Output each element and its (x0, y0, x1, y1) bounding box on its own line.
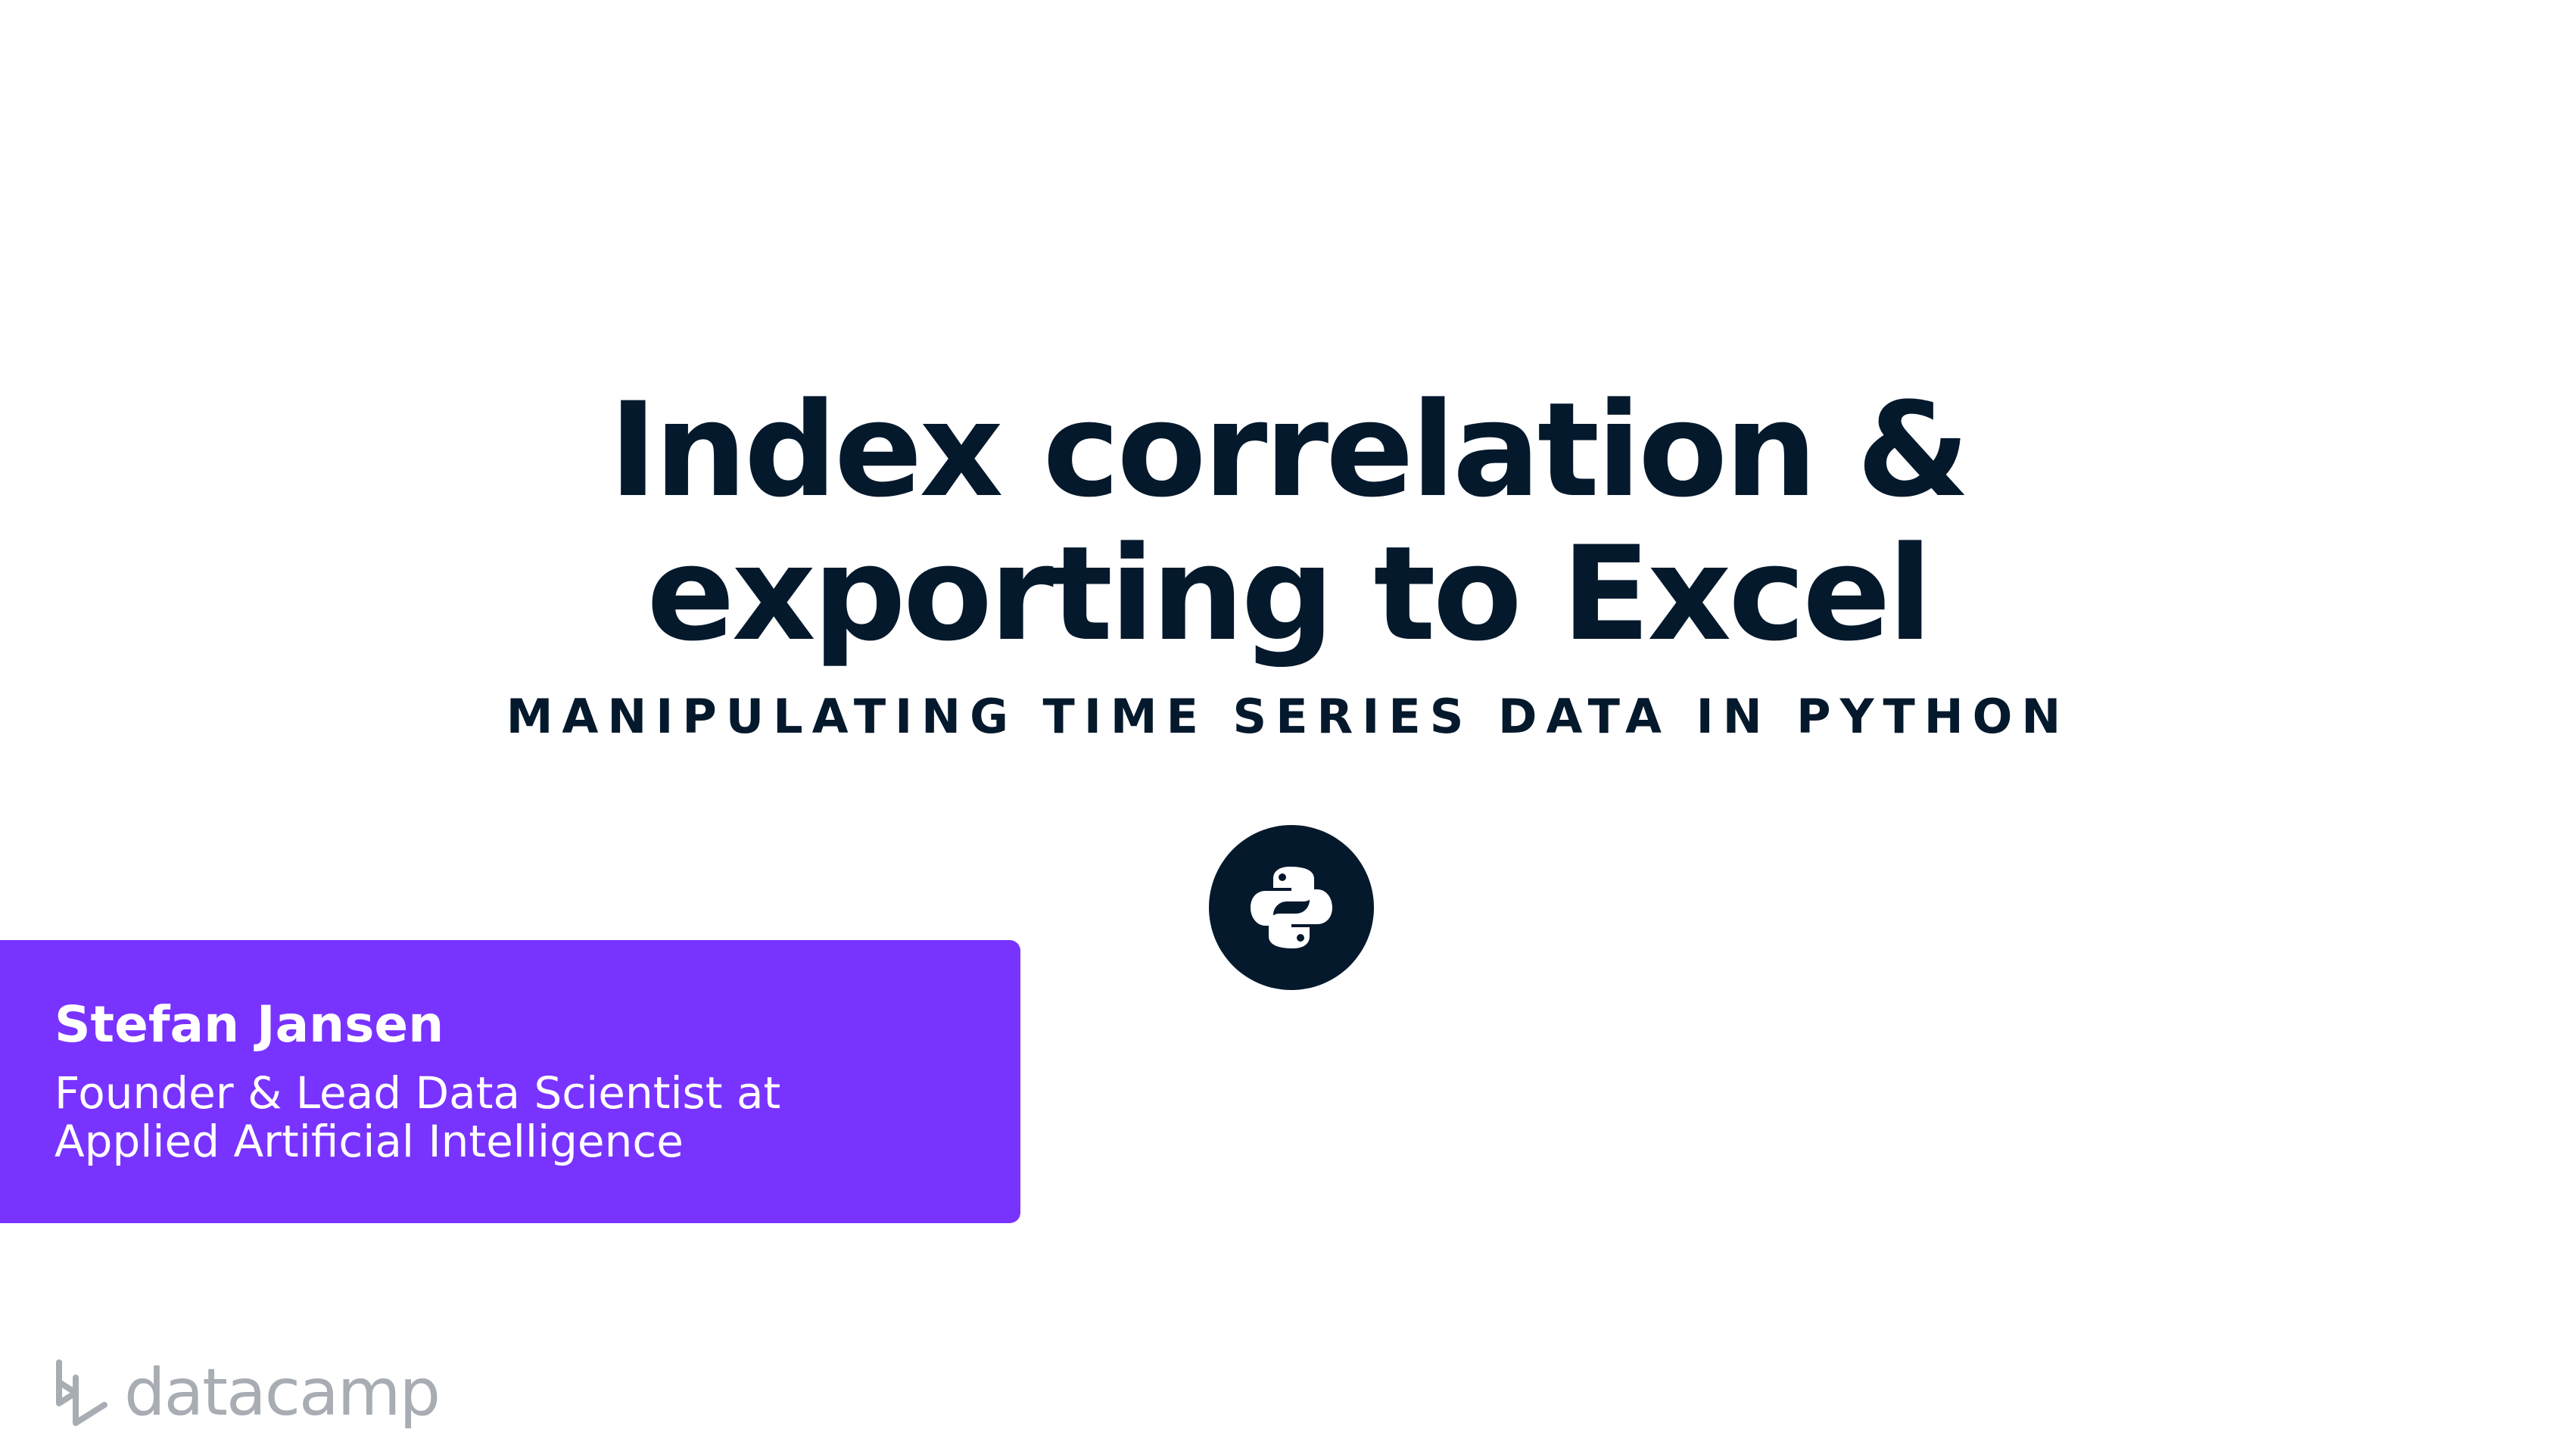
brand-name: datacamp (124, 1355, 441, 1431)
instructor-role-line-2: Applied Artificial Intelligence (55, 1116, 684, 1167)
slide-title: Index correlation & exporting to Excel (0, 378, 2576, 666)
instructor-role-line-1: Founder & Lead Data Scientist at (55, 1067, 781, 1119)
python-icon (1251, 867, 1332, 948)
instructor-role: Founder & Lead Data Scientist at Applied… (55, 1069, 993, 1166)
instructor-card: Stefan Jansen Founder & Lead Data Scient… (0, 940, 1020, 1223)
course-name: MANIPULATING TIME SERIES DATA IN PYTHON (506, 689, 2070, 744)
slide-title-line-2: exporting to Excel (646, 518, 1933, 670)
datacamp-brand: datacamp (53, 1355, 441, 1431)
instructor-name: Stefan Jansen (55, 995, 444, 1054)
datacamp-logo-icon (56, 1359, 107, 1426)
python-badge (1209, 825, 1374, 990)
slide-title-line-1: Index correlation & (609, 374, 1970, 526)
